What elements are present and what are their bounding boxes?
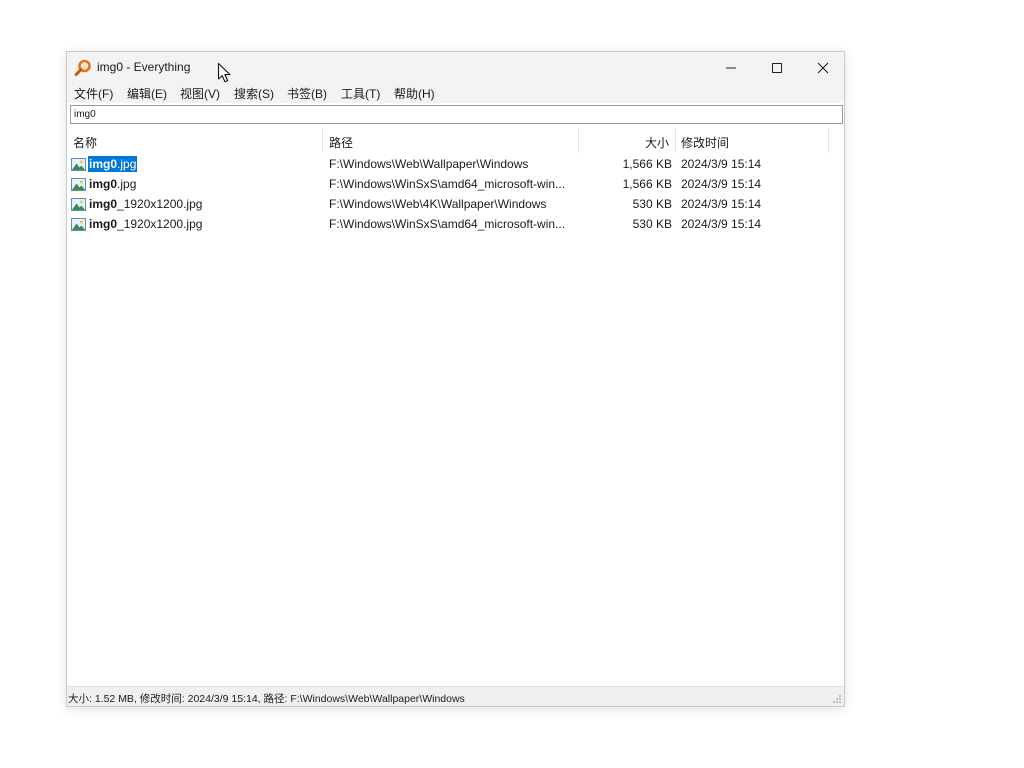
- maximize-button[interactable]: [754, 52, 800, 83]
- file-path: F:\Windows\Web\Wallpaper\Windows: [329, 157, 529, 171]
- file-name: img0_1920x1200.jpg: [89, 197, 203, 211]
- file-name-cell: img0.jpg: [71, 175, 137, 193]
- menu-search[interactable]: 搜索(S): [234, 85, 274, 102]
- file-size: 530 KB: [632, 217, 672, 231]
- minimize-button[interactable]: [708, 52, 754, 83]
- status-text: 大小: 1.52 MB, 修改时间: 2024/3/9 15:14, 路径: F…: [68, 693, 465, 705]
- menu-file[interactable]: 文件(F): [74, 85, 113, 102]
- column-path-label: 路径: [329, 136, 354, 150]
- column-header: 名称 路径 大小 修改时间: [67, 128, 844, 153]
- mouse-cursor-icon: [217, 62, 231, 83]
- minimize-icon: [726, 67, 736, 68]
- menu-help[interactable]: 帮助(H): [394, 85, 435, 102]
- result-row[interactable]: img0.jpg F:\Windows\WinSxS\amd64_microso…: [67, 174, 844, 194]
- file-size: 1,566 KB: [622, 177, 672, 191]
- menu-tools[interactable]: 工具(T): [341, 85, 380, 102]
- result-row[interactable]: img0_1920x1200.jpg F:\Windows\Web\4K\Wal…: [67, 194, 844, 214]
- search-input[interactable]: img0: [70, 105, 843, 124]
- status-bar: 大小: 1.52 MB, 修改时间: 2024/3/9 15:14, 路径: F…: [67, 686, 844, 706]
- file-name: img0.jpg: [89, 177, 137, 191]
- file-size: 1,566 KB: [622, 157, 672, 171]
- window-title: img0 - Everything: [97, 60, 191, 74]
- menu-view[interactable]: 视图(V): [180, 85, 220, 102]
- column-size-header[interactable]: 大小: [579, 128, 676, 153]
- column-path-header[interactable]: 路径: [323, 128, 579, 153]
- title-bar[interactable]: img0 - Everything: [67, 52, 844, 83]
- file-path: F:\Windows\WinSxS\amd64_microsoft-win...: [329, 177, 566, 191]
- column-name-header[interactable]: 名称: [67, 128, 323, 153]
- maximize-icon: [772, 62, 782, 73]
- image-file-icon: [71, 157, 86, 171]
- file-path: F:\Windows\WinSxS\amd64_microsoft-win...: [329, 217, 566, 231]
- file-name: img0.jpg: [86, 155, 139, 173]
- result-row[interactable]: img0_1920x1200.jpg F:\Windows\WinSxS\amd…: [67, 214, 844, 234]
- file-name-cell: img0_1920x1200.jpg: [71, 215, 203, 233]
- result-row[interactable]: img0.jpg F:\Windows\Web\Wallpaper\Window…: [67, 154, 844, 174]
- close-icon: [817, 62, 829, 73]
- image-file-icon: [71, 197, 86, 211]
- file-name: img0_1920x1200.jpg: [89, 217, 203, 231]
- column-size-label: 大小: [644, 136, 669, 150]
- file-modified: 2024/3/9 15:14: [681, 197, 762, 211]
- menu-bookmarks[interactable]: 书签(B): [287, 85, 327, 102]
- magnifier-app-icon: [74, 59, 91, 76]
- close-button[interactable]: [800, 52, 846, 83]
- file-modified: 2024/3/9 15:14: [681, 177, 762, 191]
- resize-grip-icon[interactable]: [832, 694, 842, 704]
- column-modified-header[interactable]: 修改时间: [676, 128, 829, 153]
- file-modified: 2024/3/9 15:14: [681, 157, 762, 171]
- image-file-icon: [71, 177, 86, 191]
- file-modified: 2024/3/9 15:14: [681, 217, 762, 231]
- column-name-label: 名称: [73, 136, 98, 150]
- image-file-icon: [71, 217, 86, 231]
- menu-bar: 文件(F) 编辑(E) 视图(V) 搜索(S) 书签(B) 工具(T) 帮助(H…: [67, 83, 844, 103]
- everything-window: img0 - Everything 文件(F) 编辑(E) 视图(V) 搜索(S…: [66, 51, 845, 707]
- file-name-cell: img0.jpg: [71, 155, 139, 173]
- file-name-cell: img0_1920x1200.jpg: [71, 195, 203, 213]
- file-path: F:\Windows\Web\4K\Wallpaper\Windows: [329, 197, 547, 211]
- menu-edit[interactable]: 编辑(E): [127, 85, 167, 102]
- column-modified-label: 修改时间: [681, 136, 730, 150]
- file-size: 530 KB: [632, 197, 672, 211]
